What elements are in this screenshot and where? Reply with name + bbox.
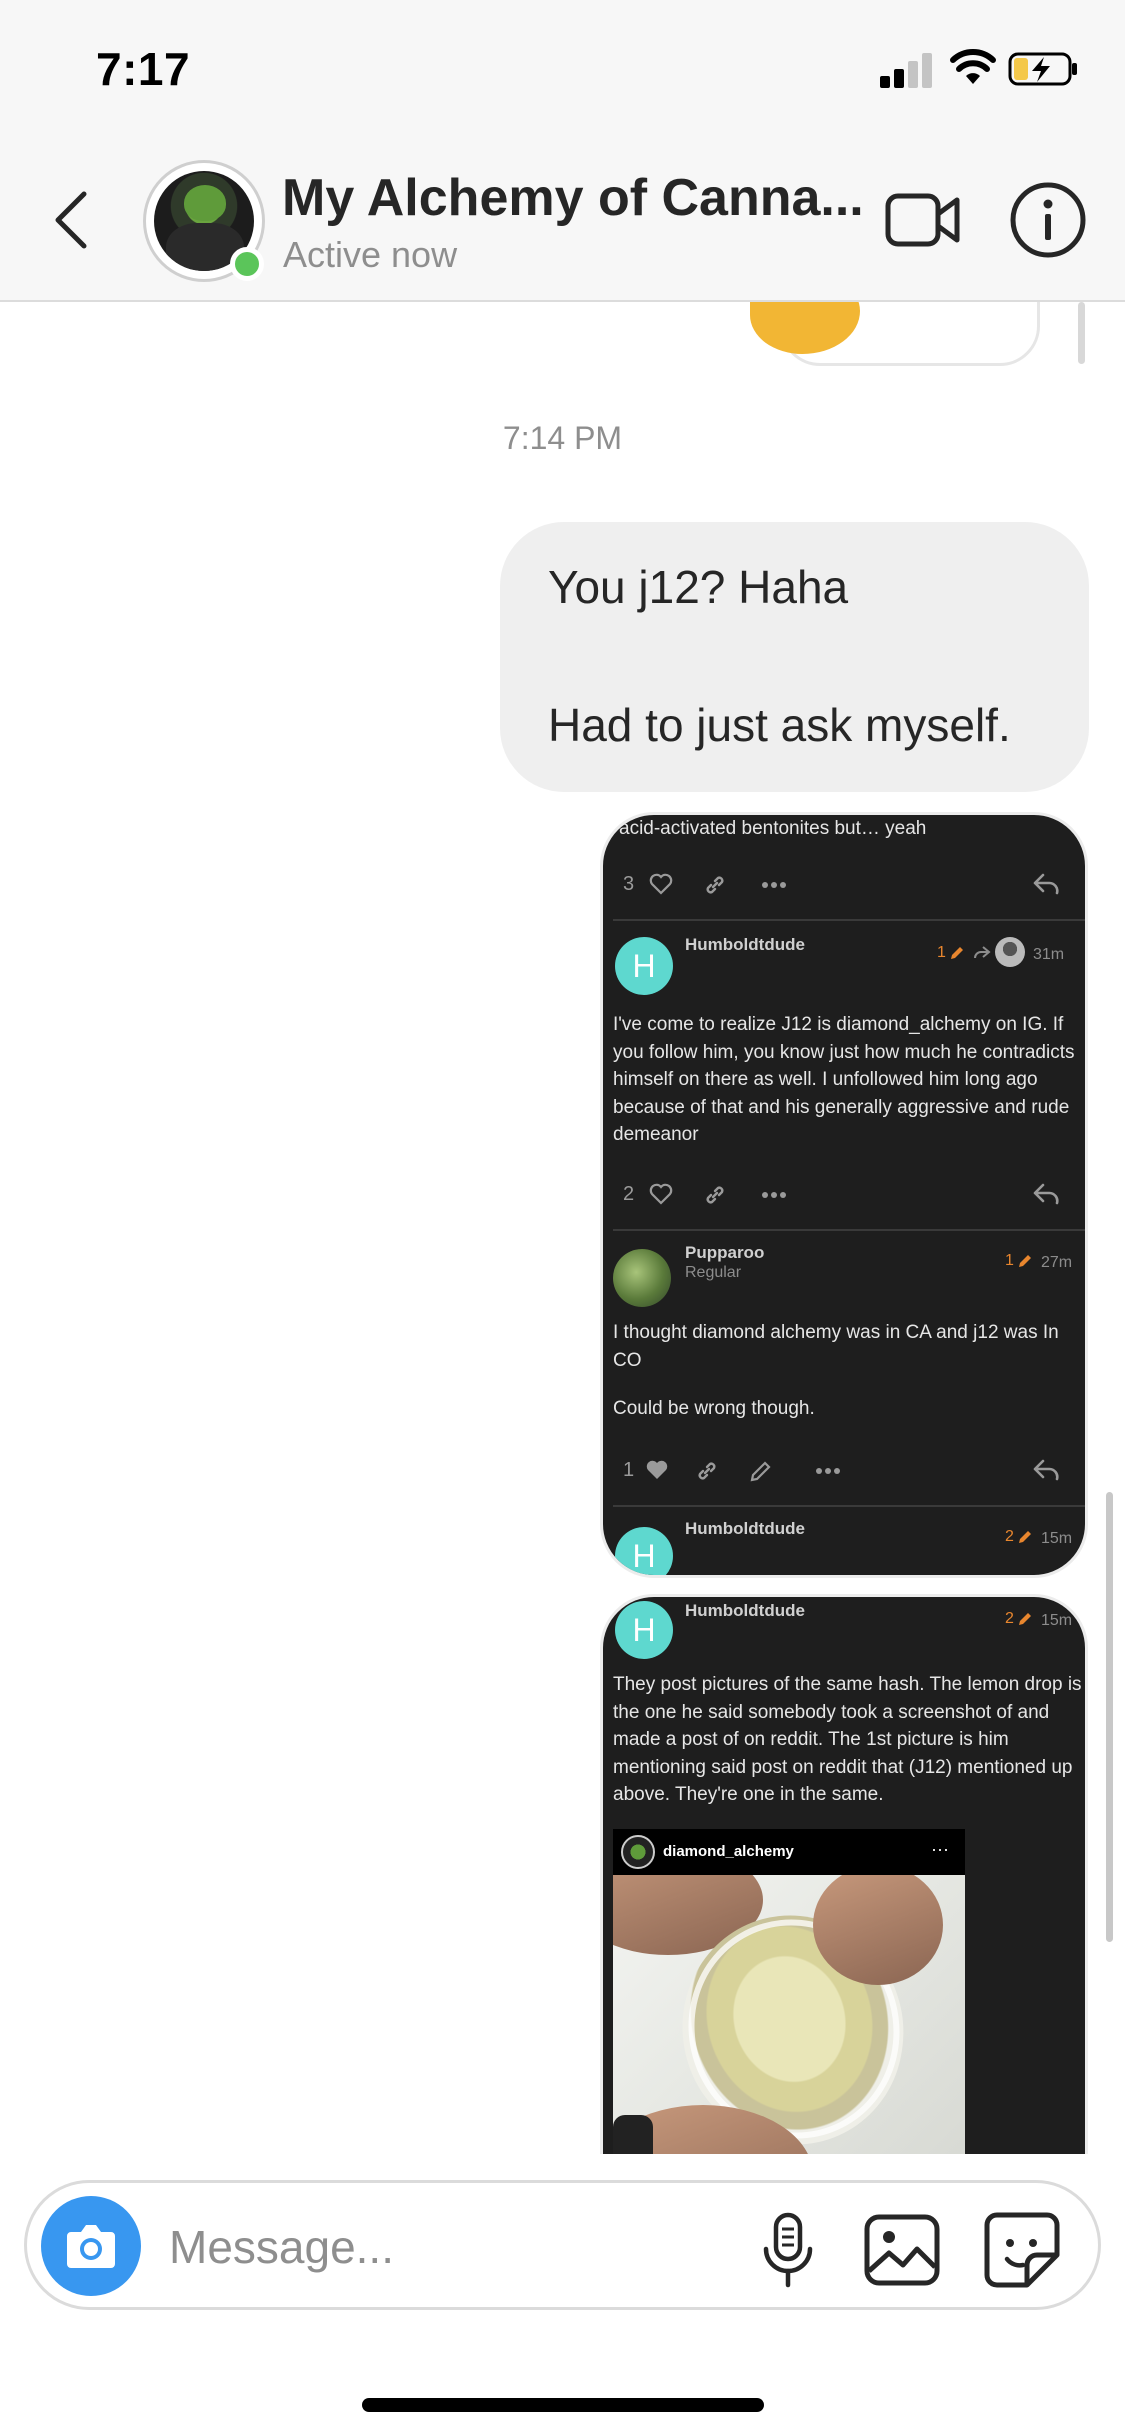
pencil-icon <box>1019 1531 1031 1543</box>
divider <box>613 1229 1085 1231</box>
message-line: Had to just ask myself. <box>548 699 1011 751</box>
shared-screenshot[interactable]: acid-activated bentonites but… yeah 3 H … <box>600 812 1088 1578</box>
scrollbar[interactable] <box>1106 1492 1113 1942</box>
edit-count: 2 <box>1005 1610 1014 1627</box>
edit-count: 1 <box>1005 1252 1014 1269</box>
message-composer <box>24 2180 1101 2310</box>
microphone-icon[interactable] <box>757 2211 819 2289</box>
like-count: 3 <box>623 873 635 895</box>
avatar: H <box>615 1601 673 1659</box>
post-body: I thought diamond alchemy was in CA and … <box>613 1322 1059 1371</box>
reply-icon <box>1033 873 1059 895</box>
heart-icon <box>646 1460 668 1479</box>
post-time: 31m <box>1033 946 1065 963</box>
active-status: Active now <box>283 234 458 275</box>
divider <box>613 1505 1085 1507</box>
gallery-icon[interactable] <box>863 2213 941 2287</box>
video-camera-icon[interactable] <box>885 188 961 252</box>
divider <box>613 919 1085 921</box>
online-indicator <box>230 247 264 281</box>
message-timestamp: 7:14 PM <box>502 420 623 456</box>
edit-count: 1 <box>937 944 946 961</box>
message-thread[interactable]: 7:14 PM You j12? Haha Had to just ask my… <box>0 302 1125 2154</box>
hash-jar-photo <box>613 1875 965 2154</box>
post-body: I've come to realize J12 is diamond_alch… <box>613 1014 1075 1145</box>
avatar: H <box>615 1527 673 1575</box>
link-icon <box>706 1186 724 1204</box>
edit-count: 2 <box>1005 1528 1014 1545</box>
cellular-signal-icon <box>880 52 934 88</box>
link-icon <box>706 876 724 894</box>
pencil-icon <box>1019 1255 1031 1267</box>
camera-button[interactable] <box>41 2196 141 2296</box>
message-line: You j12? Haha <box>548 561 849 613</box>
sticker-icon[interactable] <box>983 2211 1061 2289</box>
shared-screenshot[interactable]: H Humboldtdude 2 15m They post pictures … <box>600 1594 1088 2154</box>
message-input[interactable] <box>169 2217 669 2277</box>
avatar <box>995 937 1025 967</box>
post-time: 27m <box>1041 1254 1073 1271</box>
chat-header: My Alchemy of Canna... Active now <box>0 140 1125 302</box>
more-icon: ··· <box>931 1839 949 1859</box>
heart-icon <box>649 1183 673 1205</box>
embed-username: diamond_alchemy <box>663 1843 794 1860</box>
like-count: 1 <box>623 1459 635 1481</box>
status-bar: 7:17 <box>0 0 1125 140</box>
post-username: Humboldtdude <box>685 935 805 954</box>
wifi-icon <box>950 49 996 84</box>
avatar <box>613 1249 671 1307</box>
post-body: They post pictures of the same hash. The… <box>613 1674 1082 1805</box>
like-count: 2 <box>623 1183 635 1205</box>
post-time: 15m <box>1041 1530 1073 1547</box>
battery-charging-icon <box>1008 52 1077 86</box>
link-icon <box>698 1462 716 1480</box>
more-icon <box>816 1468 840 1474</box>
heart-icon <box>649 873 673 895</box>
more-icon <box>762 1192 786 1198</box>
post-username: Humboldtdude <box>685 1519 805 1538</box>
avatar <box>621 1835 655 1869</box>
status-time: 7:17 <box>96 43 191 95</box>
post-username: Humboldtdude <box>685 1601 805 1620</box>
user-role: Regular <box>685 1264 742 1281</box>
post-text-fragment: acid-activated bentonites but… yeah <box>619 818 927 839</box>
avatar[interactable] <box>143 160 265 282</box>
info-icon[interactable] <box>1008 180 1088 260</box>
camera-icon <box>67 2225 115 2268</box>
sent-message-bubble[interactable]: You j12? Haha Had to just ask myself. <box>500 522 1089 792</box>
avatar: H <box>615 937 673 995</box>
pencil-icon <box>750 1461 771 1482</box>
reply-icon <box>1033 1459 1059 1481</box>
more-icon <box>762 882 786 888</box>
pencil-icon <box>951 947 963 959</box>
home-indicator[interactable] <box>362 2398 764 2412</box>
chevron-left-icon[interactable] <box>48 188 98 252</box>
share-icon <box>974 946 991 959</box>
pencil-icon <box>1019 1613 1031 1625</box>
dm-screen: 7:17 My Alchemy of Canna... Active now 7… <box>0 0 1125 2436</box>
post-time: 15m <box>1041 1612 1073 1629</box>
scrollbar-fragment <box>1078 302 1085 364</box>
post-body: Could be wrong though. <box>613 1398 815 1419</box>
chat-title[interactable]: My Alchemy of Canna... <box>282 168 864 228</box>
reply-icon <box>1033 1183 1059 1205</box>
instagram-embed-header: diamond_alchemy ··· <box>613 1829 965 1875</box>
